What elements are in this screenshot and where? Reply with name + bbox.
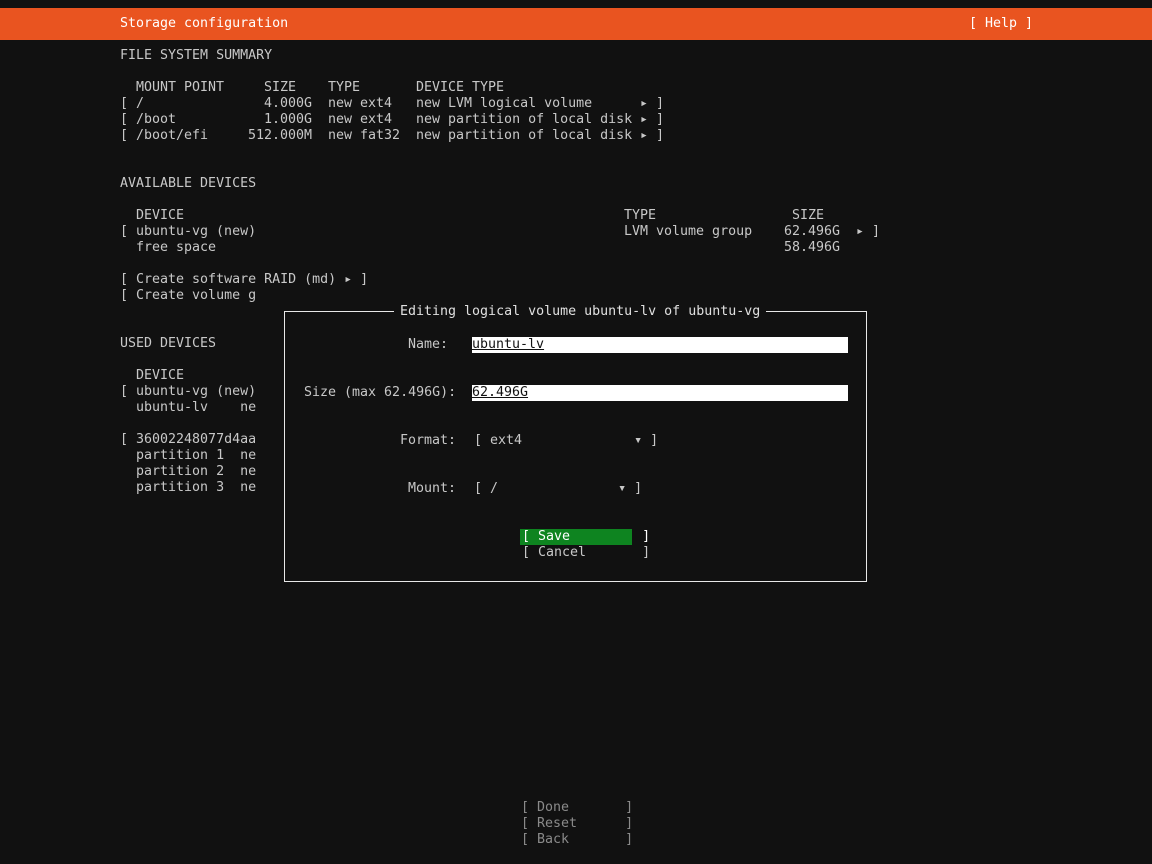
edit-lv-dialog: Editing logical volume ubuntu-lv of ubun… [284,304,867,582]
avail-device: free space [136,240,217,255]
avail-device: ubuntu-vg (new) [136,224,257,239]
mount-select[interactable]: [ / ▾ ] [474,481,642,497]
name-label: Name: [408,337,449,352]
fs-col-type: TYPE [328,80,361,95]
used-row: partition 3 ne [120,480,257,495]
used-row: partition 2 ne [120,464,257,479]
mount-label: Mount: [408,481,457,496]
create-volume-group-button[interactable]: [ Create volume g [120,288,256,304]
row-bracket: [ [120,112,129,127]
used-row: partition 1 ne [120,448,257,463]
fs-col-mount: MOUNT POINT [136,80,225,95]
fs-col-size: SIZE [264,80,297,95]
create-raid-button[interactable]: [ Create software RAID (md) ▸ ] [120,272,368,288]
save-label: [ Save ] [522,529,651,544]
fs-size: 512.000M [248,128,313,143]
reset-button[interactable]: [ Reset ] [521,816,633,832]
fs-device-type: new LVM logical volume [416,96,593,111]
row-menu-arrow[interactable]: ▸ ] [640,96,664,112]
row-menu-arrow[interactable]: ▸ ] [856,224,880,240]
help-button[interactable]: [ Help ] [969,16,1033,32]
fs-type: new fat32 [328,128,401,143]
fs-type: new ext4 [328,96,393,111]
used-col-device: DEVICE [136,368,185,383]
format-label: Format: [400,433,457,448]
done-button[interactable]: [ Done ] [521,800,633,816]
fs-col-device-type: DEVICE TYPE [416,80,505,95]
fs-size: 4.000G [264,96,313,111]
available-heading: AVAILABLE DEVICES [120,176,257,191]
header-bar: Storage configuration [ Help ] [0,8,1152,40]
used-heading: USED DEVICES [120,336,217,351]
fs-mount: /boot [136,112,177,127]
cancel-button[interactable]: [ Cancel ] [522,545,650,561]
avail-col-type: TYPE [624,208,657,223]
fs-device-type: new partition of local disk [416,128,633,143]
avail-size: 58.496G [784,240,841,255]
row-bracket: [ [120,224,129,239]
avail-type: LVM volume group [624,224,753,239]
used-row[interactable]: [ 36002248077d4aa [120,432,256,448]
fs-mount: /boot/efi [136,128,209,143]
fs-type: new ext4 [328,112,393,127]
name-input[interactable] [472,337,848,353]
row-bracket: [ [120,128,129,143]
page-title: Storage configuration [120,16,289,31]
fs-mount: / [136,96,145,111]
dialog-title: Editing logical volume ubuntu-lv of ubun… [394,304,767,320]
used-row[interactable]: [ ubuntu-vg (new) [120,384,256,400]
format-select[interactable]: [ ext4 ▾ ] [474,433,658,449]
fs-summary-heading: FILE SYSTEM SUMMARY [120,48,273,63]
size-input[interactable] [472,385,848,401]
back-button[interactable]: [ Back ] [521,832,633,848]
row-menu-arrow[interactable]: ▸ ] [640,128,664,144]
used-row: ubuntu-lv ne [120,400,257,415]
avail-col-device: DEVICE [136,208,185,223]
save-button[interactable]: [ Save ] [520,529,650,545]
row-bracket: [ [120,96,129,111]
row-menu-arrow[interactable]: ▸ ] [640,112,664,128]
avail-size: 62.496G [784,224,841,239]
fs-device-type: new partition of local disk [416,112,633,127]
size-label: Size (max 62.496G): [304,385,457,400]
avail-col-size: SIZE [792,208,825,223]
fs-size: 1.000G [264,112,313,127]
